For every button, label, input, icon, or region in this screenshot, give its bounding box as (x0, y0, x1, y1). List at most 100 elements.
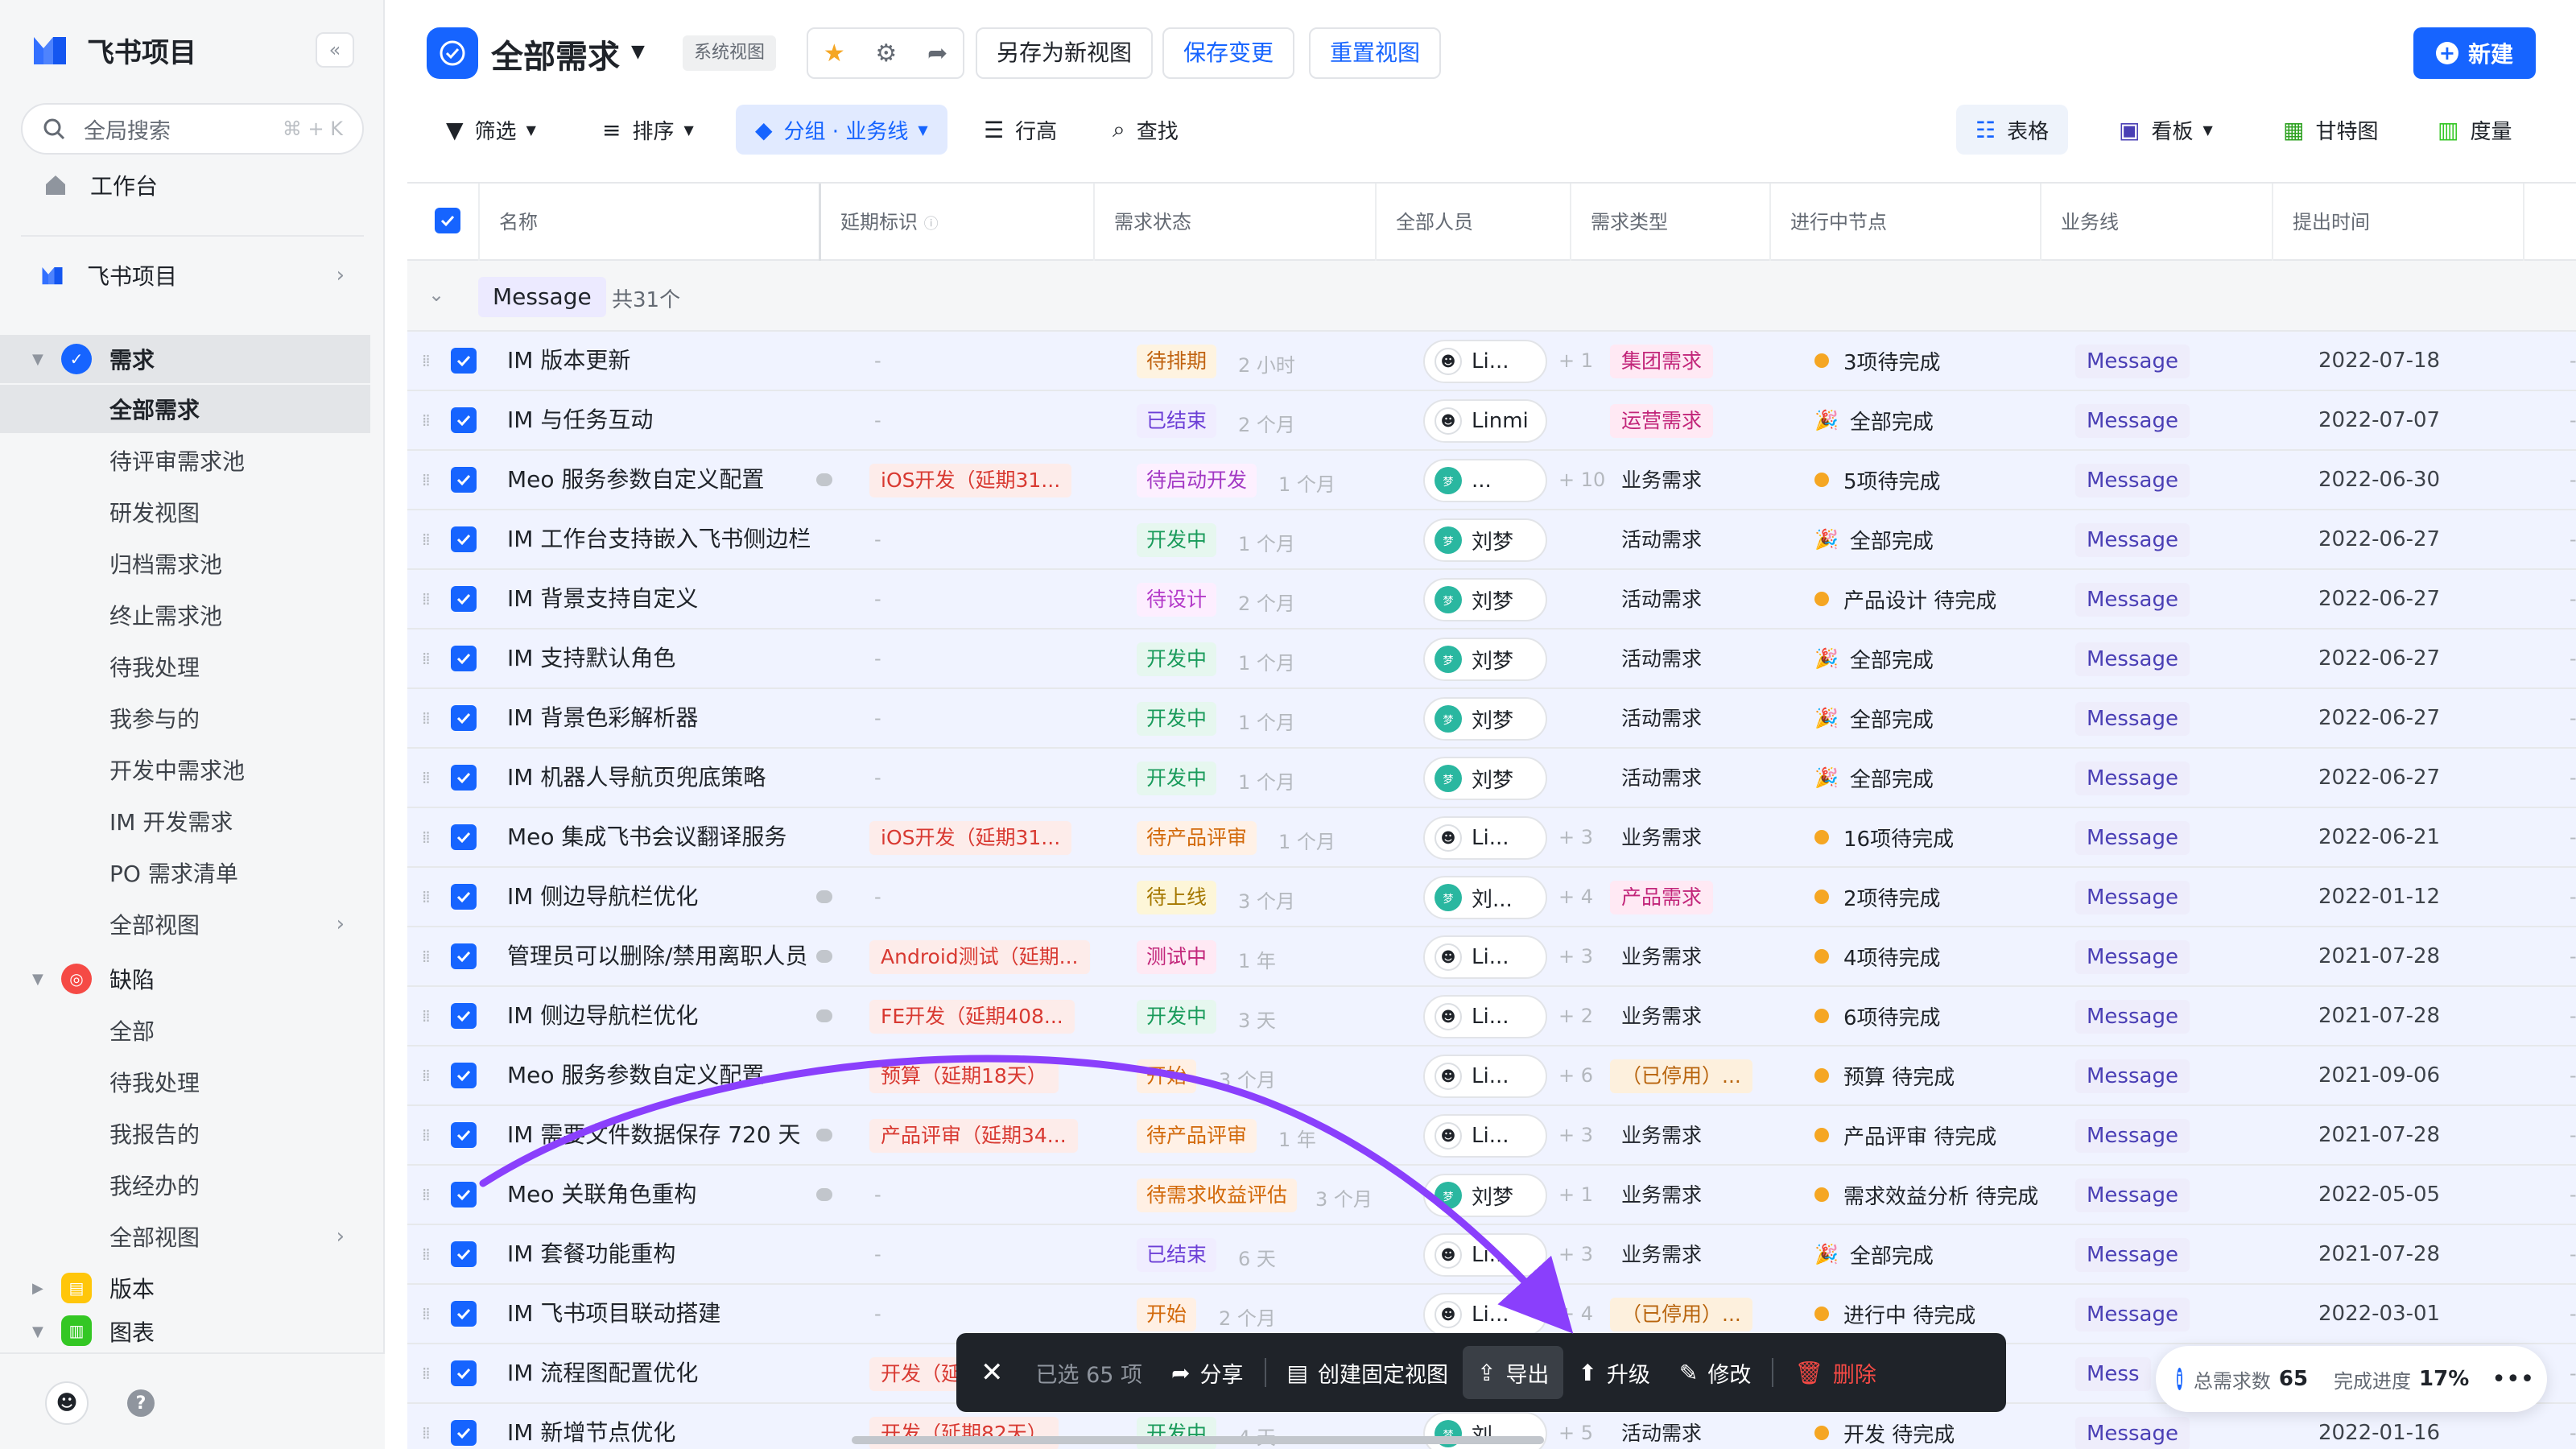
sidebar-item[interactable]: 全部 (0, 1006, 370, 1055)
status-badge[interactable]: 开发中 (1137, 642, 1217, 676)
column-header-status[interactable]: 需求状态 (1095, 184, 1377, 261)
reset-view-button[interactable]: 重置视图 (1309, 27, 1442, 79)
drag-handle-icon[interactable]: ⁞⁞ (422, 768, 431, 787)
drag-handle-icon[interactable]: ⁞⁞ (422, 530, 431, 549)
requirement-name[interactable]: IM 支持默认角色 (507, 630, 821, 687)
person-chip[interactable]: 梦刘梦 (1423, 518, 1547, 562)
type-badge[interactable]: 业务需求 (1610, 821, 1713, 855)
sidebar-group-requirements[interactable]: ▼ ✓ 需求 (0, 335, 370, 383)
person-chip[interactable]: ☻ Linmi (1423, 399, 1547, 443)
sidebar-item[interactable]: 归档需求池 (0, 539, 370, 588)
person-chip[interactable]: ☻ Li... (1423, 816, 1547, 860)
drag-handle-icon[interactable]: ⁞⁞ (422, 947, 431, 966)
group-row[interactable]: ⌄ Message 共31个 (407, 261, 2576, 332)
row-checkbox[interactable] (451, 943, 477, 969)
requirement-name[interactable]: IM 套餐功能重构 (507, 1225, 821, 1283)
type-badge[interactable]: 集团需求 (1610, 345, 1714, 378)
sidebar-item[interactable]: 开发中需求池 (0, 745, 370, 794)
type-badge[interactable]: 业务需求 (1610, 1000, 1713, 1034)
more-icon[interactable]: ••• (2491, 1365, 2534, 1393)
kanban-view-tab[interactable]: ▣ 看板 ▼ (2099, 105, 2232, 155)
drag-handle-icon[interactable]: ⁞⁞ (422, 887, 431, 906)
row-checkbox[interactable] (451, 884, 477, 910)
column-header-name[interactable]: 名称 (480, 184, 821, 261)
drag-handle-icon[interactable]: ⁞⁞ (422, 589, 431, 609)
sidebar-item[interactable]: IM 开发需求 (0, 797, 370, 845)
comment-icon[interactable] (816, 1188, 832, 1201)
status-badge[interactable]: 测试中 (1137, 940, 1217, 974)
table-row[interactable]: ⁞⁞ IM 侧边导航栏优化 FE开发（延期408... 开发中 3 天 ☻ Li... + 2… (407, 987, 2576, 1046)
type-badge[interactable]: 业务需求 (1610, 940, 1713, 974)
sidebar-item-all-views[interactable]: 全部视图 › (0, 900, 370, 948)
requirement-name[interactable]: Meo 服务参数自定义配置 (507, 451, 821, 509)
status-badge[interactable]: 开发中 (1137, 523, 1217, 557)
column-header-type[interactable]: 需求类型 (1571, 184, 1771, 261)
table-row[interactable]: ⁞⁞ Meo 关联角色重构 - 待需求收益评估 3 个月 梦刘梦 + 1 业务需求 需求效益分析… (407, 1166, 2576, 1225)
table-row[interactable]: ⁞⁞ IM 侧边导航栏优化 - 待上线 3 个月 梦刘... + 4 产品需求 2项待完成 Mes… (407, 868, 2576, 927)
drag-handle-icon[interactable]: ⁞⁞ (422, 708, 431, 728)
drag-handle-icon[interactable]: ⁞⁞ (422, 1304, 431, 1323)
sidebar-item[interactable]: 待我处理 (0, 1058, 370, 1106)
drag-handle-icon[interactable]: ⁞⁞ (422, 411, 431, 430)
person-chip[interactable]: ☻ Li... (1423, 1114, 1547, 1158)
drag-handle-icon[interactable]: ⁞⁞ (422, 649, 431, 668)
type-badge[interactable]: （已停用）... (1610, 1298, 1752, 1331)
status-badge[interactable]: 待需求收益评估 (1137, 1179, 1298, 1212)
sidebar-item[interactable]: 待评审需求池 (0, 436, 370, 485)
requirement-name[interactable]: IM 与任务互动 (507, 391, 821, 449)
row-checkbox[interactable] (451, 526, 477, 552)
table-row[interactable]: ⁞⁞ Meo 服务参数自定义配置 预算（延期18天） 开始 3 个月 ☻ Li... + 6 （… (407, 1046, 2576, 1106)
comment-icon[interactable] (816, 1009, 832, 1022)
share-button[interactable]: ➦ 分享 (1157, 1346, 1257, 1399)
collapse-sidebar-button[interactable]: « (316, 32, 354, 68)
table-row[interactable]: ⁞⁞ IM 背景支持自定义 - 待设计 2 个月 梦刘梦 活动需求 产品设计 待完成 Messa… (407, 570, 2576, 630)
sidebar-item[interactable]: PO 需求清单 (0, 848, 370, 897)
person-chip[interactable]: 梦刘梦 (1423, 578, 1547, 621)
select-all-checkbox[interactable] (407, 184, 480, 261)
user-avatar[interactable]: ☻ (45, 1381, 89, 1425)
sidebar-item-bug-views[interactable]: 全部视图 › (0, 1212, 370, 1261)
row-checkbox[interactable] (451, 824, 477, 850)
status-badge[interactable]: 开发中 (1137, 702, 1217, 736)
person-chip[interactable]: 梦刘梦 (1423, 757, 1547, 800)
status-badge[interactable]: 开始 (1137, 1298, 1197, 1331)
type-badge[interactable]: 业务需求 (1610, 1119, 1713, 1153)
drag-handle-icon[interactable]: ⁞⁞ (422, 1423, 431, 1443)
type-badge[interactable]: 活动需求 (1610, 642, 1713, 676)
row-checkbox[interactable] (451, 1122, 477, 1148)
person-chip[interactable]: ☻ Li... (1423, 995, 1547, 1038)
column-header-node[interactable]: 进行中节点 (1771, 184, 2041, 261)
row-checkbox[interactable] (451, 1420, 477, 1446)
row-height-button[interactable]: ☰ 行高 (964, 105, 1076, 155)
sidebar-item-workbench[interactable]: 工作台 (0, 161, 370, 209)
type-badge[interactable]: 活动需求 (1610, 762, 1713, 795)
row-checkbox[interactable] (451, 586, 477, 612)
new-button[interactable]: + 新建 (2413, 27, 2536, 79)
share-arrow-icon[interactable]: ➦ (927, 39, 947, 68)
table-row[interactable]: ⁞⁞ Meo 集成飞书会议翻译服务 iOS开发（延期31... 待产品评审 1 个月 ☻ L… (407, 808, 2576, 868)
comment-icon[interactable] (816, 473, 832, 486)
sidebar-item-project[interactable]: 飞书项目 › (0, 251, 370, 299)
column-header-created[interactable]: 提出时间 (2273, 184, 2524, 261)
row-checkbox[interactable] (451, 1003, 477, 1029)
save-as-new-view-button[interactable]: 另存为新视图 (976, 27, 1154, 79)
table-row[interactable]: ⁞⁞ IM 背景色彩解析器 - 开发中 1 个月 梦刘梦 活动需求 🎉 全部完成 Message 2… (407, 689, 2576, 749)
type-badge[interactable]: （已停用）... (1610, 1059, 1752, 1093)
status-badge[interactable]: 已结束 (1137, 1238, 1217, 1272)
type-badge[interactable]: 活动需求 (1610, 523, 1713, 557)
requirement-name[interactable]: Meo 服务参数自定义配置 (507, 1046, 821, 1104)
comment-icon[interactable] (816, 950, 832, 963)
row-checkbox[interactable] (451, 348, 477, 374)
sidebar-item[interactable]: 终止需求池 (0, 591, 370, 639)
table-row[interactable]: ⁞⁞ IM 需要文件数据保存 720 天 产品评审（延期34... 待产品评审 1 年 ☻… (407, 1106, 2576, 1166)
status-badge[interactable]: 待上线 (1137, 881, 1217, 914)
requirement-name[interactable]: IM 飞书项目联动搭建 (507, 1285, 821, 1343)
requirement-name[interactable]: Meo 关联角色重构 (507, 1166, 821, 1224)
row-checkbox[interactable] (451, 1182, 477, 1208)
requirement-name[interactable]: IM 工作台支持嵌入飞书侧边栏 (507, 510, 821, 568)
sidebar-group-bugs[interactable]: ▼ ◎ 缺陷 (0, 955, 370, 1003)
comment-icon[interactable] (816, 890, 832, 903)
table-row[interactable]: ⁞⁞ IM 与任务互动 - 已结束 2 个月 ☻ Linmi 运营需求 🎉 全部完成 Message… (407, 391, 2576, 451)
sidebar-item[interactable]: 我报告的 (0, 1109, 370, 1158)
table-row[interactable]: ⁞⁞ Meo 服务参数自定义配置 iOS开发（延期31... 待启动开发 1 个月 梦..… (407, 451, 2576, 510)
